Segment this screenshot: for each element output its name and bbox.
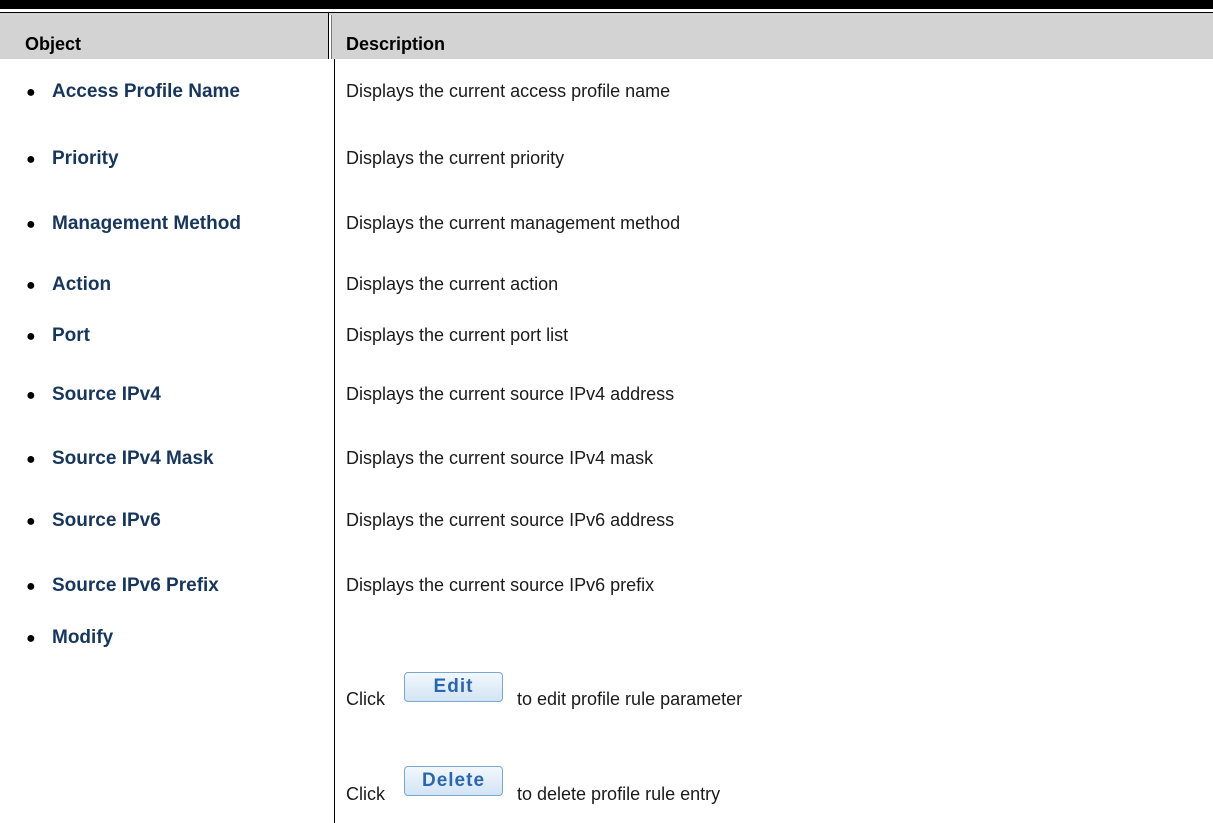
object-name: ● Source IPv4 Mask <box>26 448 214 469</box>
bullet-icon: ● <box>26 451 36 468</box>
bullet-icon: ● <box>26 84 36 101</box>
object-name: ● Access Profile Name <box>26 81 240 102</box>
edit-prefix-text: Click <box>346 689 385 709</box>
object-name: ● Source IPv4 <box>26 384 161 405</box>
bullet-icon: ● <box>26 578 36 595</box>
bullet-icon: ● <box>26 387 36 404</box>
object-description: Displays the current source IPv6 address <box>346 510 675 530</box>
bullet-icon: ● <box>26 513 36 530</box>
object-description: Displays the current access profile name <box>346 81 671 101</box>
table-header: Object Description <box>0 13 1213 59</box>
object-description: Displays the current action <box>346 274 559 294</box>
object-description: Displays the current source IPv4 mask <box>346 448 654 468</box>
top-border-thick <box>0 0 1213 9</box>
object-description: Displays the current priority <box>346 148 565 168</box>
bullet-icon: ● <box>26 328 36 345</box>
object-name: ● Action <box>26 274 112 295</box>
object-name: ● Port <box>26 325 90 346</box>
object-name: ● Source IPv6 <box>26 510 161 531</box>
edit-button[interactable]: Edit <box>404 672 503 702</box>
bullet-icon: ● <box>26 216 36 233</box>
object-description: Displays the current source IPv4 address <box>346 384 675 404</box>
bullet-icon: ● <box>26 277 36 294</box>
delete-prefix-text: Click <box>346 784 385 804</box>
bullet-icon: ● <box>26 151 36 168</box>
object-description: Displays the current source IPv6 prefix <box>346 575 655 595</box>
header-column-divider <box>328 13 335 59</box>
object-name: ● Modify <box>26 627 114 648</box>
delete-button[interactable]: Delete <box>404 766 503 796</box>
edit-suffix-text: to edit profile rule parameter <box>517 689 743 709</box>
header-object: Object <box>25 34 82 54</box>
header-description: Description <box>346 34 446 54</box>
column-divider <box>334 59 335 823</box>
delete-suffix-text: to delete profile rule entry <box>517 784 721 804</box>
bullet-icon: ● <box>26 630 36 647</box>
object-name: ● Source IPv6 Prefix <box>26 575 219 596</box>
object-name: ● Priority <box>26 148 119 169</box>
object-description: Displays the current port list <box>346 325 569 345</box>
object-name: ● Management Method <box>26 213 241 234</box>
object-description: Displays the current management method <box>346 213 681 233</box>
